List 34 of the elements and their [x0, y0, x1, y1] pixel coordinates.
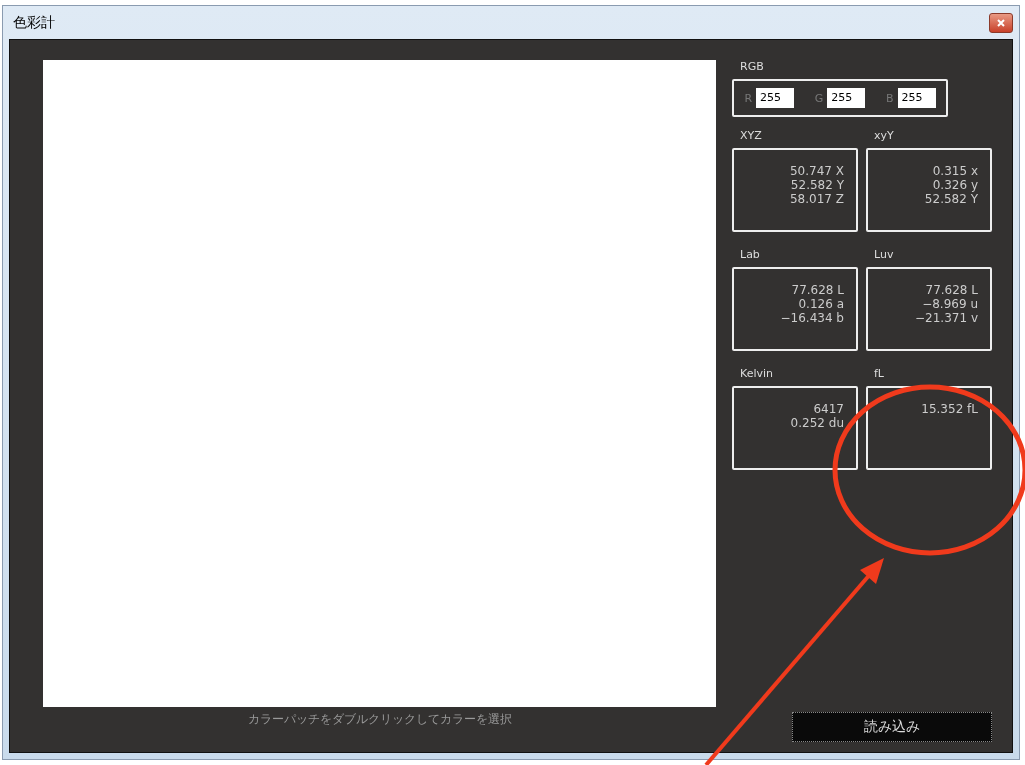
- close-button[interactable]: [989, 12, 1013, 33]
- readout-value: −8.969 u: [922, 297, 978, 311]
- close-icon: [996, 17, 1006, 28]
- value-field[interactable]: 255: [897, 88, 936, 108]
- group-label: xyY: [874, 129, 895, 142]
- load-button[interactable]: 読み込み: [792, 712, 992, 742]
- readout-value: 0.326 y: [932, 178, 978, 192]
- readout-value: 58.017 Z: [789, 192, 844, 206]
- value-field[interactable]: 255: [827, 88, 866, 108]
- value-field[interactable]: 255: [756, 88, 795, 108]
- readout-value: 77.628 L: [791, 283, 844, 297]
- readout-value: 15.352 fL: [921, 402, 978, 416]
- group-label: XYZ: [740, 129, 763, 142]
- group-label: Luv: [874, 248, 895, 261]
- readout-value: 6417: [813, 402, 844, 416]
- readout-value: 0.315 x: [932, 164, 978, 178]
- hint-text: カラーパッチをダブルクリックしてカラーを選択: [247, 711, 512, 728]
- group-label: fL: [874, 367, 885, 380]
- field-label: R: [744, 91, 753, 105]
- readout-value: −21.371 v: [915, 311, 978, 325]
- window-title: 色彩計: [13, 13, 55, 32]
- field-label: B: [886, 91, 894, 105]
- group-label: Lab: [740, 248, 761, 261]
- color-patch[interactable]: [43, 60, 716, 707]
- readout-value: 0.126 a: [798, 297, 844, 311]
- readout-value: 50.747 X: [789, 164, 844, 178]
- readout-value: 52.582 Y: [790, 178, 844, 192]
- field-label: G: [814, 91, 824, 105]
- readout-value: −16.434 b: [780, 311, 844, 325]
- group-label: RGB: [740, 60, 765, 73]
- readout-value: 77.628 L: [925, 283, 978, 297]
- group-label: Kelvin: [740, 367, 775, 380]
- readout-value: 52.582 Y: [924, 192, 978, 206]
- readout-value: 0.252 du: [790, 416, 844, 430]
